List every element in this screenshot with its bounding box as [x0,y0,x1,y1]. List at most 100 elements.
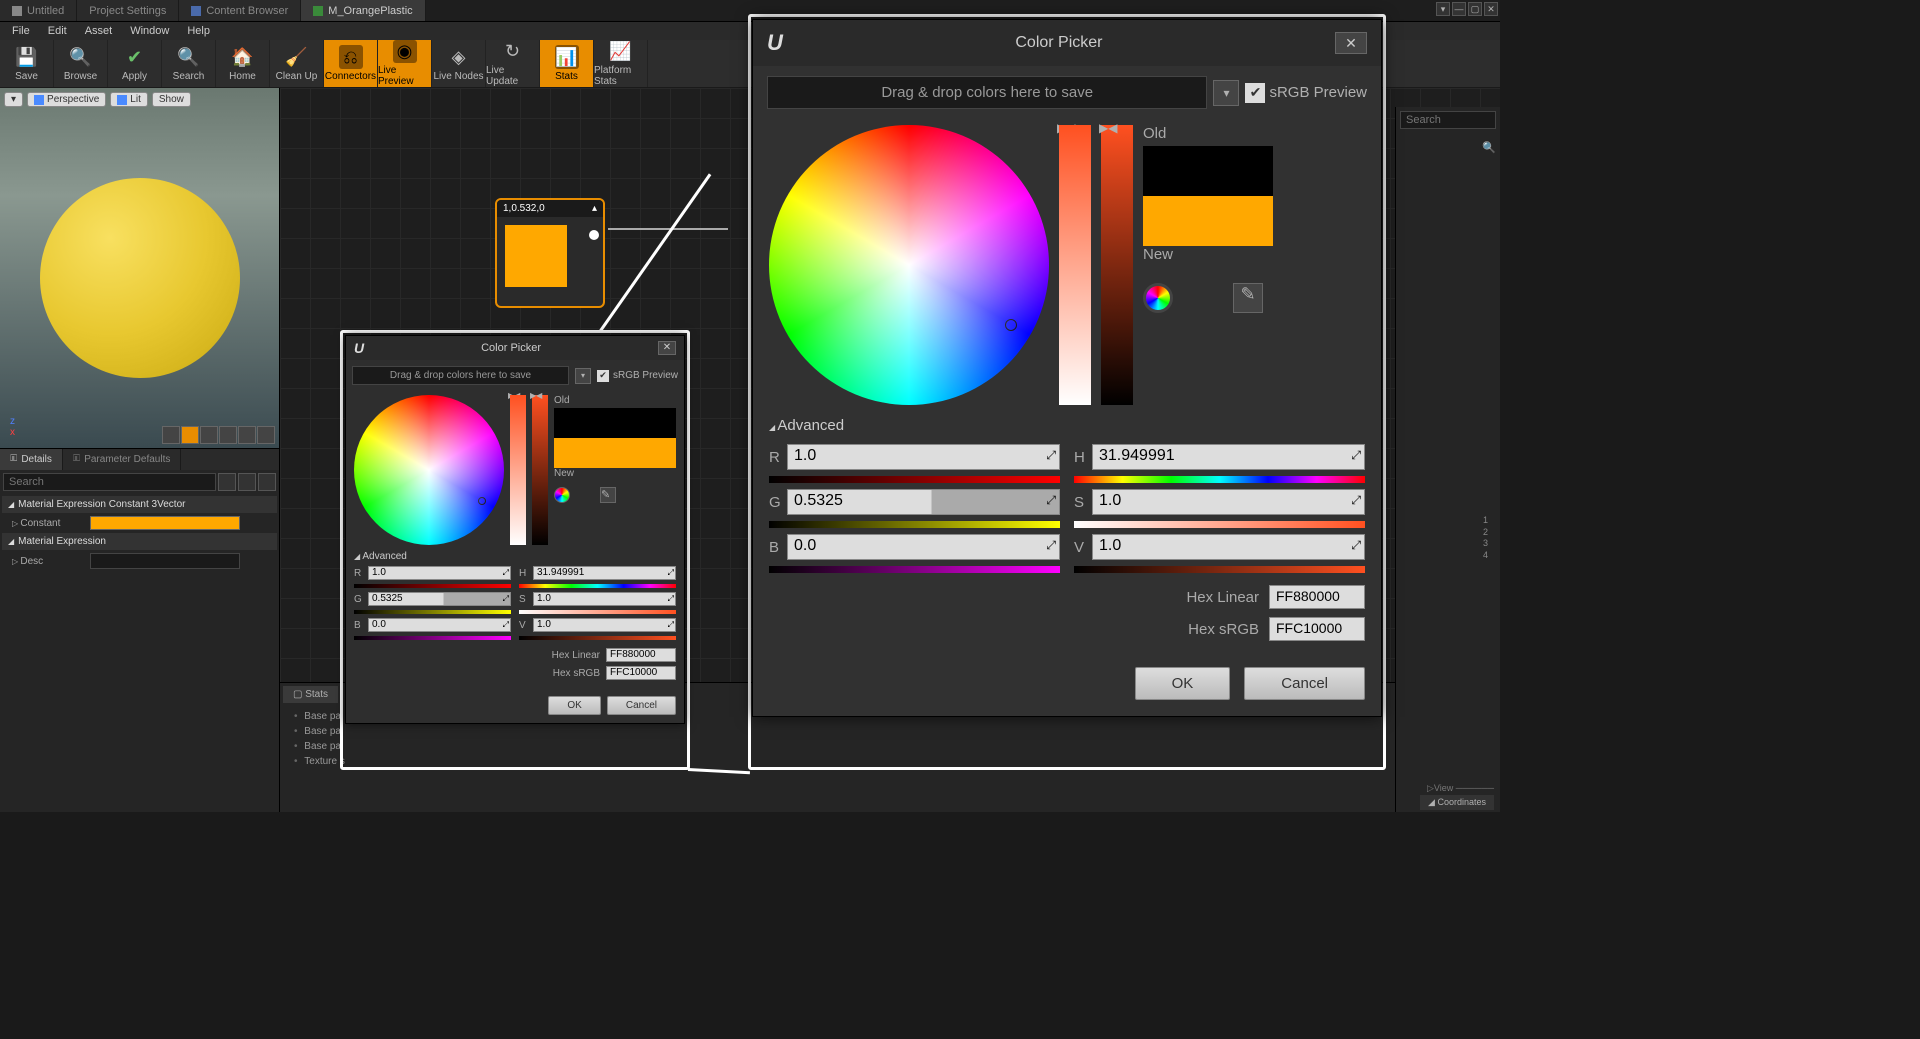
maximize-button[interactable]: ▢ [1468,2,1482,16]
color-drop-area[interactable]: Drag & drop colors here to save [767,76,1207,109]
platform-stats-icon [609,40,633,63]
eyedropper-button[interactable]: ✎ [600,487,616,503]
advanced-header[interactable]: Advanced [346,549,684,564]
hex-linear-input[interactable]: FF880000 [1269,585,1365,609]
matrix-icon[interactable] [238,473,256,491]
toolbar-apply[interactable]: Apply [108,40,162,87]
v-input[interactable]: 1.0⤢ [533,618,676,632]
stats-tab[interactable]: Stats [283,686,338,703]
output-pin[interactable] [589,230,599,240]
wheel-cursor[interactable] [1005,319,1017,331]
search-icon[interactable]: 🔍 [1482,141,1496,155]
toolbar-home[interactable]: Home [216,40,270,87]
label: Lit [130,94,141,105]
drop-icon[interactable]: ▾ [1436,2,1450,16]
close-button[interactable]: ✕ [1484,2,1498,16]
shape-teapot-icon[interactable] [257,426,275,444]
g-input[interactable]: 0.5325⤢ [368,592,511,606]
shape-mesh-icon[interactable] [238,426,256,444]
viewport[interactable]: ▾ Perspective Lit Show zx [0,88,279,448]
theme-button[interactable] [554,487,570,503]
viewport-menu[interactable]: ▾ [4,92,23,107]
close-button[interactable]: ✕ [1335,32,1367,54]
old-label: Old [1143,125,1365,142]
tab-untitled[interactable]: Untitled [0,0,77,21]
advanced-header[interactable]: Advanced [753,411,1381,440]
eye-icon[interactable] [218,473,236,491]
menu-help[interactable]: Help [179,23,218,39]
r-input[interactable]: 1.0⤢ [787,444,1060,470]
cancel-button[interactable]: Cancel [1244,667,1365,700]
shape-cube-icon[interactable] [219,426,237,444]
cancel-button[interactable]: Cancel [607,696,676,715]
s-input[interactable]: 1.0⤢ [1092,489,1365,515]
viewport-show[interactable]: Show [152,92,191,107]
g-input[interactable]: 0.5325⤢ [787,489,1060,515]
label: Perspective [47,94,99,105]
hex-linear-input[interactable]: FF880000 [606,648,676,662]
tab-content-browser[interactable]: Content Browser [179,0,301,21]
viewport-lit[interactable]: Lit [110,92,148,107]
color-wheel[interactable] [354,395,504,545]
srgb-checkbox[interactable]: ✔sRGB Preview [1245,83,1367,103]
h-input[interactable]: 31.949991⤢ [533,566,676,580]
dropdown-icon[interactable]: ▾ [575,368,591,384]
toolbar-live-preview[interactable]: Live Preview [378,40,432,87]
prop-constant-color[interactable] [90,516,240,530]
toolbar-browse[interactable]: Browse [54,40,108,87]
section-material-expression[interactable]: Material Expression [2,533,277,550]
shape-plane-icon[interactable] [200,426,218,444]
tab-parameter-defaults[interactable]: 🗉Parameter Defaults [63,449,181,470]
eyedropper-button[interactable]: ✎ [1233,283,1263,313]
collapse-icon[interactable]: ▴ [592,203,597,214]
wheel-cursor[interactable] [478,497,486,505]
constant3vector-node[interactable]: 1,0.532,0▴ [495,198,605,308]
toolbar-search[interactable]: Search [162,40,216,87]
palette-search[interactable] [1400,111,1496,129]
color-wheel[interactable] [769,125,1049,405]
minimize-button[interactable]: — [1452,2,1466,16]
viewport-perspective[interactable]: Perspective [27,92,106,107]
b-input[interactable]: 0.0⤢ [787,534,1060,560]
s-input[interactable]: 1.0⤢ [533,592,676,606]
tab-material[interactable]: M_OrangePlastic [301,0,425,21]
toolbar-save[interactable]: Save [0,40,54,87]
b-input[interactable]: 0.0⤢ [368,618,511,632]
filter-icon[interactable] [258,473,276,491]
toolbar-platform-stats[interactable]: Platform Stats [594,40,648,87]
shape-cylinder-icon[interactable] [162,426,180,444]
dropdown-icon[interactable]: ▾ [1213,80,1239,106]
hex-srgb-input[interactable]: FFC10000 [606,666,676,680]
node-color-swatch[interactable] [505,225,567,287]
value-bar[interactable] [532,395,548,545]
tab-project-settings[interactable]: Project Settings [77,0,179,21]
toolbar-stats[interactable]: Stats [540,40,594,87]
r-input[interactable]: 1.0⤢ [368,566,511,580]
v-input[interactable]: 1.0⤢ [1092,534,1365,560]
ok-button[interactable]: OK [548,696,600,715]
value-bar[interactable] [1101,125,1133,405]
saturation-bar[interactable] [1059,125,1091,405]
search-input[interactable] [3,473,216,491]
toolbar-cleanup[interactable]: Clean Up [270,40,324,87]
srgb-checkbox[interactable]: ✔sRGB Preview [597,370,678,382]
menu-edit[interactable]: Edit [40,23,75,39]
toolbar-connectors[interactable]: Connectors [324,40,378,87]
tab-details[interactable]: 🗉Details [0,449,63,470]
menu-asset[interactable]: Asset [77,23,121,39]
theme-button[interactable] [1143,283,1173,313]
hex-srgb-input[interactable]: FFC10000 [1269,617,1365,641]
toolbar-live-nodes[interactable]: Live Nodes [432,40,486,87]
prop-desc-input[interactable] [90,553,240,569]
h-input[interactable]: 31.949991⤢ [1092,444,1365,470]
toolbar-live-update[interactable]: Live Update [486,40,540,87]
shape-sphere-icon[interactable] [181,426,199,444]
menu-window[interactable]: Window [122,23,177,39]
close-button[interactable]: ✕ [658,341,676,355]
menu-file[interactable]: File [4,23,38,39]
color-drop-area[interactable]: Drag & drop colors here to save [352,366,569,385]
saturation-bar[interactable] [510,395,526,545]
section-constant3vector[interactable]: Material Expression Constant 3Vector [2,496,277,513]
coordinates-header[interactable]: Coordinates [1420,795,1494,810]
ok-button[interactable]: OK [1135,667,1231,700]
